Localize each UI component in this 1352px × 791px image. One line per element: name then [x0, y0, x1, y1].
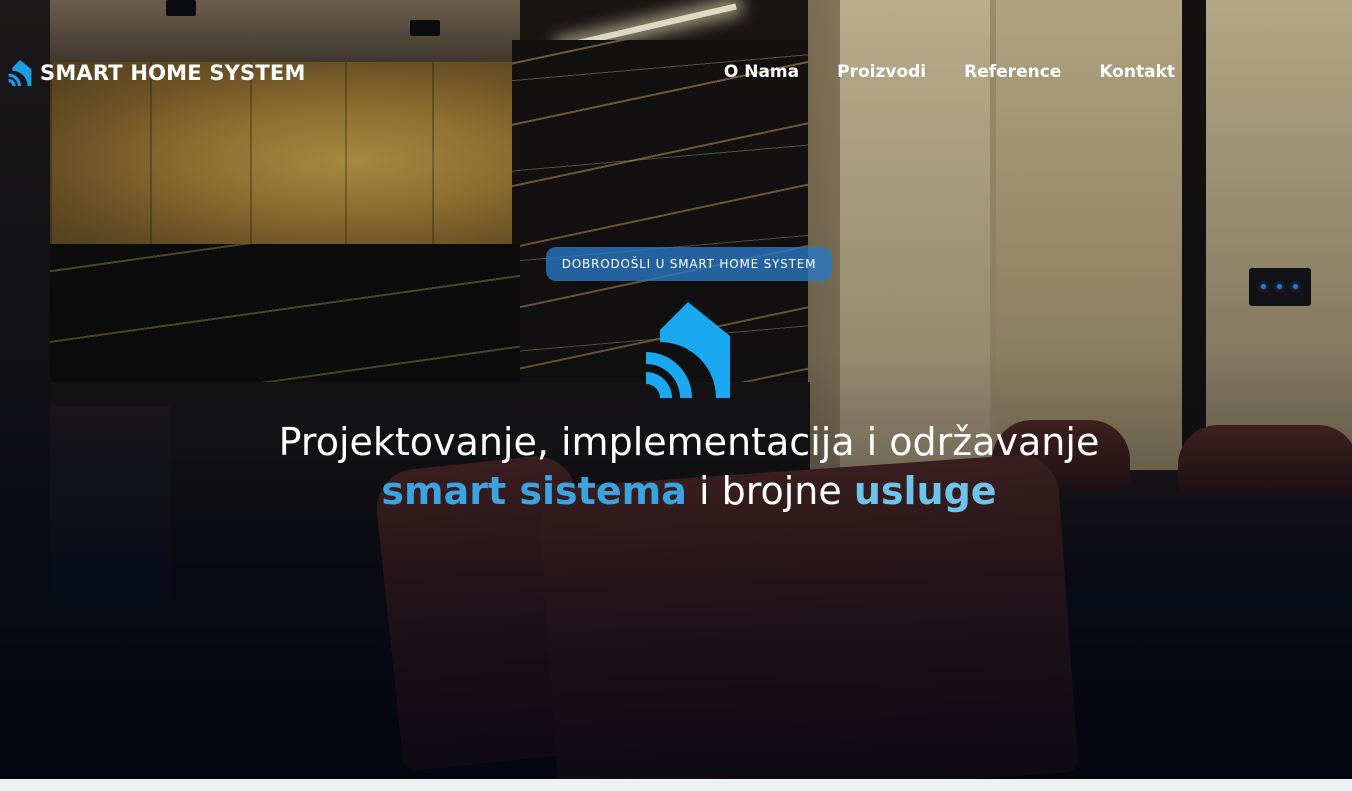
- brand-name: SMART HOME SYSTEM: [40, 61, 306, 85]
- headline-accent-usluge: usluge: [853, 469, 997, 513]
- nav-item-proizvodi[interactable]: Proizvodi: [837, 62, 926, 82]
- next-section-edge: [0, 779, 1352, 791]
- smart-home-wifi-icon: [646, 302, 730, 398]
- nav-item-o-nama[interactable]: O Nama: [724, 62, 799, 82]
- smart-home-wifi-icon: [8, 60, 32, 86]
- headline-accent-smart-sistema: smart sistema: [381, 469, 687, 513]
- main-nav: O Nama Proizvodi Reference Kontakt: [724, 62, 1175, 82]
- headline-line-1: Projektovanje, implementacija i održavan…: [278, 420, 1100, 464]
- brand-logo[interactable]: SMART HOME SYSTEM: [8, 56, 306, 90]
- headline-line-2: smart sistema i brojne usluge: [0, 467, 1352, 516]
- hero-headline: Projektovanje, implementacija i održavan…: [0, 418, 1352, 516]
- welcome-badge: DOBRODOŠLI U SMART HOME SYSTEM: [546, 247, 832, 281]
- nav-item-reference[interactable]: Reference: [964, 62, 1061, 82]
- headline-connector: i brojne: [686, 469, 854, 513]
- nav-item-kontakt[interactable]: Kontakt: [1099, 62, 1175, 82]
- hero-section: SMART HOME SYSTEM O Nama Proizvodi Refer…: [0, 0, 1352, 779]
